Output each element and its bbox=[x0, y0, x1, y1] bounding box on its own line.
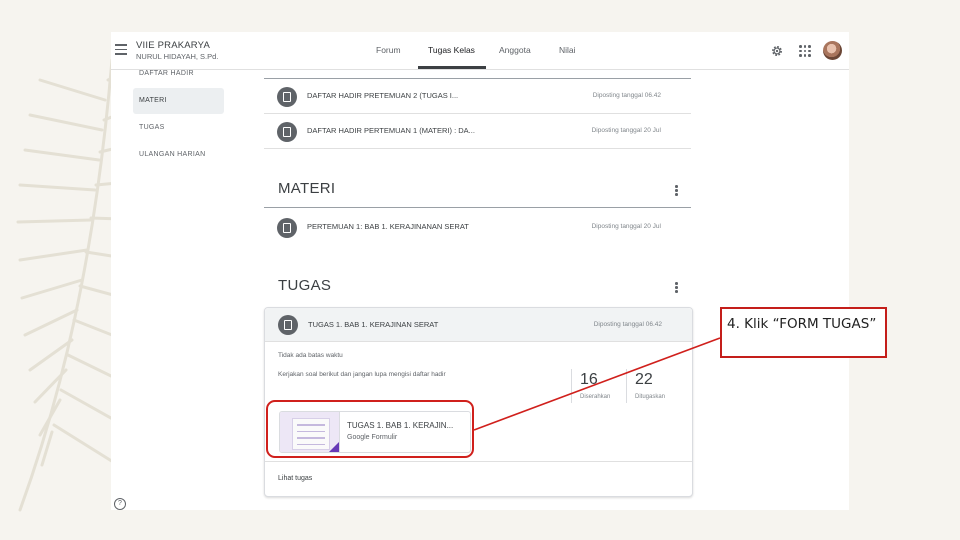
sidebar-item-ulangan-harian[interactable]: ULANGAN HARIAN bbox=[139, 151, 205, 158]
stat-turned-in[interactable]: 16 Diserahkan bbox=[571, 369, 624, 403]
stat-label: Ditugaskan bbox=[635, 394, 666, 400]
section-heading-tugas: TUGAS bbox=[278, 277, 332, 294]
instructions-text: Kerjakan soal berikut dan jangan lupa me… bbox=[278, 371, 446, 378]
assignment-icon bbox=[278, 315, 298, 335]
list-item-title: DAFTAR HADIR PRETEMUAN 2 (TUGAS I... bbox=[307, 91, 459, 100]
assignment-title: TUGAS 1. BAB 1. KERAJINAN SERAT bbox=[308, 320, 439, 329]
list-item-title: PERTEMUAN 1: BAB 1. KERAJINANAN SERAT bbox=[307, 222, 469, 231]
assignment-date: Diposting tanggal 06.42 bbox=[593, 321, 662, 328]
tab-anggota[interactable]: Anggota bbox=[499, 45, 531, 55]
list-item[interactable]: PERTEMUAN 1: BAB 1. KERAJINANAN SERAT Di… bbox=[264, 210, 691, 244]
section-heading-materi: MATERI bbox=[278, 180, 336, 197]
due-text: Tidak ada batas waktu bbox=[278, 352, 343, 359]
section-divider bbox=[264, 207, 691, 208]
sidebar-item-daftar-hadir[interactable]: DAFTAR HADIR bbox=[139, 70, 194, 77]
gear-icon[interactable] bbox=[770, 44, 784, 58]
class-name[interactable]: VIIE PRAKARYA bbox=[136, 40, 210, 51]
view-assignment-link[interactable]: Lihat tugas bbox=[278, 475, 312, 482]
tab-tugas-kelas[interactable]: Tugas Kelas bbox=[428, 45, 475, 55]
sidebar-item-tugas[interactable]: TUGAS bbox=[139, 124, 165, 131]
sidebar-item-materi[interactable]: MATERI bbox=[139, 97, 167, 104]
assignment-icon bbox=[277, 87, 297, 107]
stat-value: 16 bbox=[580, 371, 598, 388]
tab-forum[interactable]: Forum bbox=[376, 45, 401, 55]
teacher-name: NURUL HIDAYAH, S.Pd. bbox=[136, 52, 219, 61]
menu-icon[interactable] bbox=[115, 44, 127, 55]
stat-label: Diserahkan bbox=[580, 394, 611, 400]
tab-nilai[interactable]: Nilai bbox=[559, 45, 576, 55]
card-footer: Lihat tugas bbox=[265, 461, 692, 497]
highlight-box bbox=[266, 400, 474, 458]
list-item[interactable]: DAFTAR HADIR PRETEMUAN 2 (TUGAS I... Dip… bbox=[264, 79, 691, 114]
list-item-date: Diposting tanggal 20 Jul bbox=[591, 223, 661, 230]
avatar[interactable] bbox=[823, 41, 842, 60]
stat-value: 22 bbox=[635, 371, 653, 388]
instruction-callout: 4. Klik “FORM TUGAS” bbox=[720, 307, 887, 358]
list-item-date: Diposting tanggal 20 Jul bbox=[591, 127, 661, 134]
list-item[interactable]: DAFTAR HADIR PERTEMUAN 1 (MATERI) : DA..… bbox=[264, 114, 691, 149]
assignment-card-header[interactable]: TUGAS 1. BAB 1. KERAJINAN SERAT Dipostin… bbox=[265, 308, 692, 342]
more-options-icon[interactable] bbox=[675, 282, 678, 294]
stat-assigned[interactable]: 22 Ditugaskan bbox=[626, 369, 679, 403]
material-icon bbox=[277, 218, 297, 238]
assignment-icon bbox=[277, 122, 297, 142]
apps-grid-icon[interactable] bbox=[799, 45, 811, 57]
classroom-screenshot: VIIE PRAKARYA NURUL HIDAYAH, S.Pd. Forum… bbox=[111, 32, 849, 510]
list-item-date: Diposting tanggal 06.42 bbox=[592, 92, 661, 99]
help-icon[interactable]: ? bbox=[114, 498, 126, 510]
list-item-title: DAFTAR HADIR PERTEMUAN 1 (MATERI) : DA..… bbox=[307, 126, 475, 135]
active-tab-indicator bbox=[418, 66, 486, 69]
callout-text: 4. Klik “FORM TUGAS” bbox=[727, 316, 877, 332]
top-bar: VIIE PRAKARYA NURUL HIDAYAH, S.Pd. Forum… bbox=[111, 32, 849, 70]
more-options-icon[interactable] bbox=[675, 185, 678, 197]
